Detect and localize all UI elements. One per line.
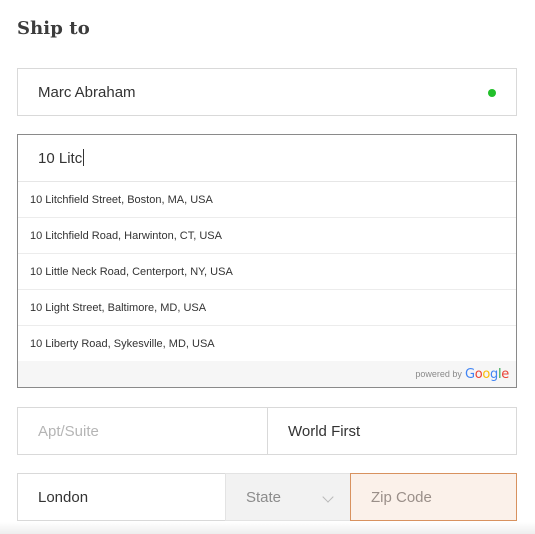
address-suggestion[interactable]: 10 Litchfield Street, Boston, MA, USA [18, 182, 516, 218]
address-suggestion[interactable]: 10 Light Street, Baltimore, MD, USA [18, 290, 516, 326]
state-select[interactable]: State [225, 473, 351, 521]
city-value: London [38, 488, 89, 506]
zip-code-placeholder: Zip Code [371, 488, 432, 506]
state-placeholder: State [246, 488, 282, 506]
google-logo: Google [464, 366, 509, 382]
name-value: Marc Abraham [38, 83, 136, 101]
valid-status-dot [488, 89, 496, 97]
address-suggestion[interactable]: 10 Litchfield Road, Harwinton, CT, USA [18, 218, 516, 254]
address-input[interactable]: 10 Litc [18, 135, 516, 182]
text-caret [83, 149, 85, 166]
address-value: 10 Litc [38, 150, 83, 167]
apt-suite-field[interactable]: Apt/Suite [17, 407, 268, 455]
ship-to-heading: Ship to [17, 18, 90, 39]
chevron-down-icon [322, 491, 334, 503]
city-field[interactable]: London [17, 473, 226, 521]
address-suggestions-list: 10 Litchfield Street, Boston, MA, USA 10… [18, 182, 516, 362]
scroll-fade [0, 522, 535, 534]
address-suggestion[interactable]: 10 Little Neck Road, Centerport, NY, USA [18, 254, 516, 290]
company-field[interactable]: World First [267, 407, 517, 455]
address-suggestion[interactable]: 10 Liberty Road, Sykesville, MD, USA [18, 326, 516, 362]
name-field[interactable]: Marc Abraham [17, 68, 517, 116]
powered-by-google: powered by Google [18, 361, 516, 387]
address-autocomplete: 10 Litc 10 Litchfield Street, Boston, MA… [17, 134, 517, 388]
zip-code-field[interactable]: Zip Code [350, 473, 517, 521]
powered-by-label: powered by [415, 369, 462, 379]
apt-suite-placeholder: Apt/Suite [38, 422, 99, 440]
company-value: World First [288, 422, 361, 440]
